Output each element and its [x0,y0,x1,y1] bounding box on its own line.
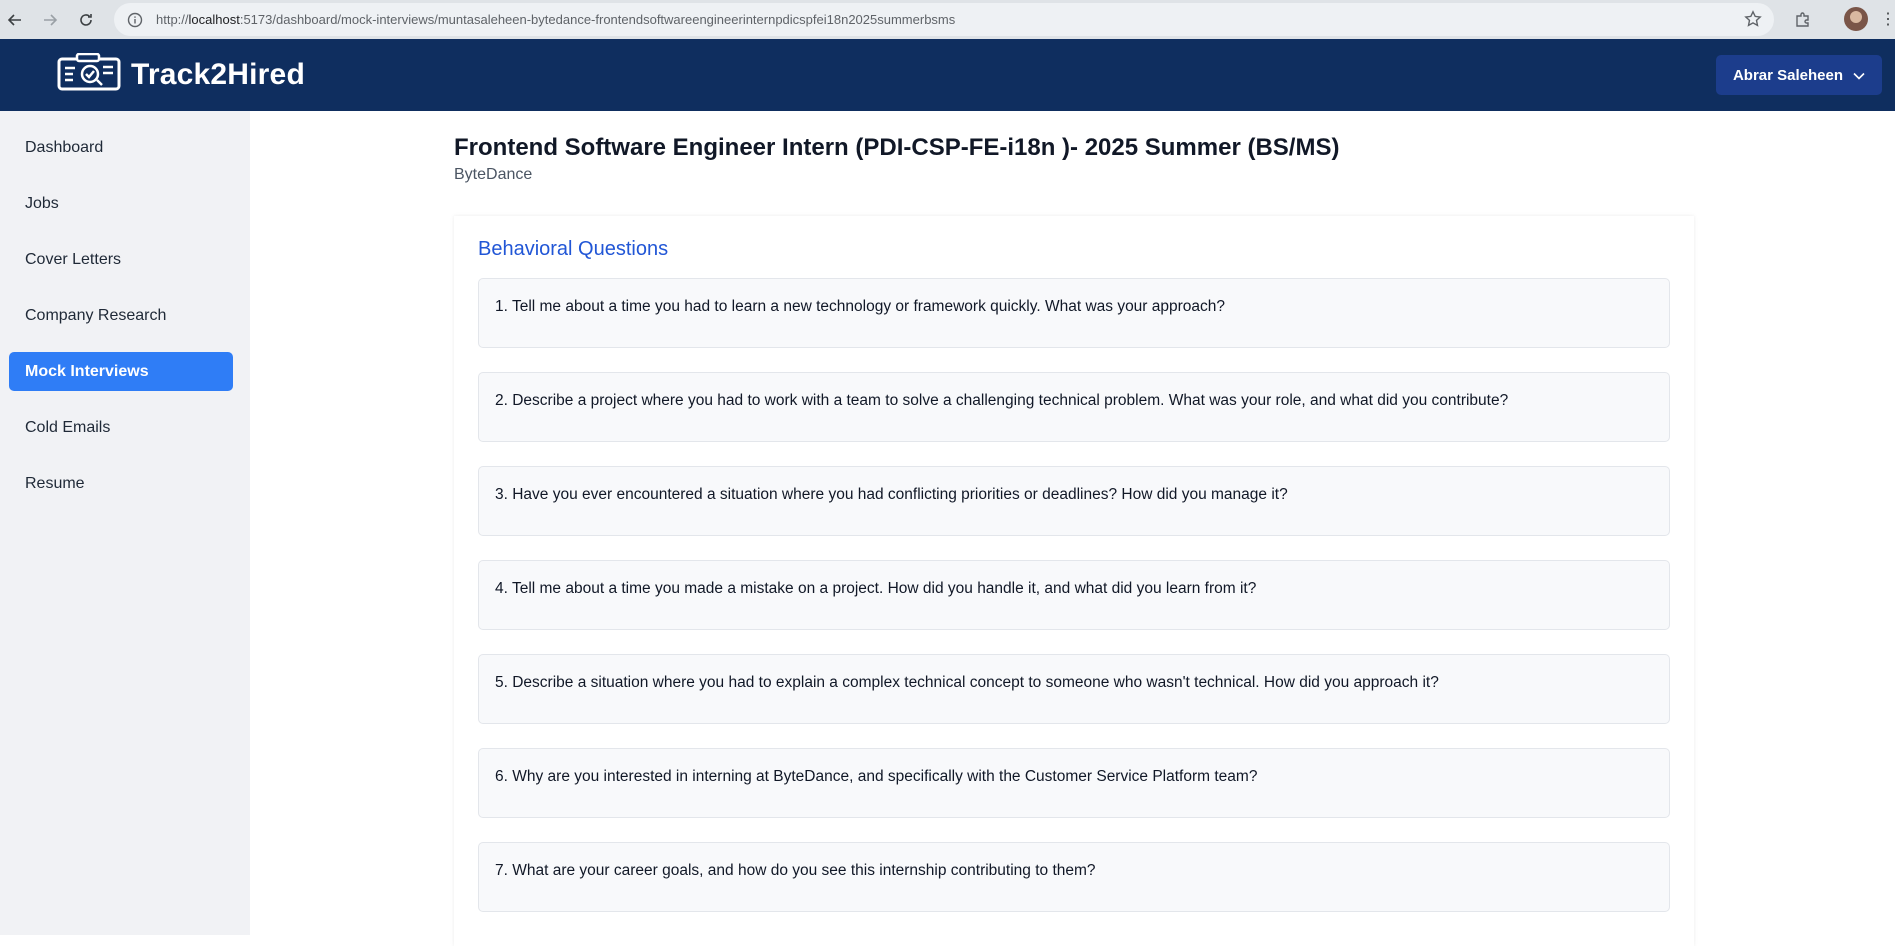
forward-icon[interactable] [35,5,65,35]
reload-icon[interactable] [71,5,101,35]
site-info-icon[interactable] [126,11,144,29]
url-host: localhost [188,12,240,27]
question-item[interactable]: 6. Why are you interested in interning a… [478,748,1670,818]
page-title: Frontend Software Engineer Intern (PDI-C… [454,134,1340,161]
question-item[interactable]: 7. What are your career goals, and how d… [478,842,1670,912]
question-item[interactable]: 4. Tell me about a time you made a mista… [478,560,1670,630]
sidebar-item-cold-emails[interactable]: Cold Emails [9,408,233,447]
chevron-down-icon [1853,67,1865,84]
url-path: :5173/dashboard/mock-interviews/muntasal… [239,12,956,27]
question-text: 7. What are your career goals, and how d… [495,862,1096,879]
question-text: 5. Describe a situation where you had to… [495,674,1439,691]
app-header: Track2Hired Abrar Saleheen [0,39,1895,111]
user-menu-button[interactable]: Abrar Saleheen [1716,55,1882,95]
resume-check-icon [57,52,121,96]
sidebar-item-resume[interactable]: Resume [9,464,233,503]
bookmark-star-icon[interactable] [1744,10,1762,33]
sidebar-item-dashboard[interactable]: Dashboard [9,128,233,167]
back-icon[interactable] [0,5,30,35]
address-bar[interactable]: http://localhost:5173/dashboard/mock-int… [114,3,1774,36]
url-text: http://localhost:5173/dashboard/mock-int… [156,12,955,27]
questions-card: Behavioral Questions 1. Tell me about a … [454,216,1694,946]
question-item[interactable]: 3. Have you ever encountered a situation… [478,466,1670,536]
question-item[interactable]: 2. Describe a project where you had to w… [478,372,1670,442]
sidebar: Dashboard Jobs Cover Letters Company Res… [0,111,250,935]
company-name: ByteDance [454,166,533,183]
question-text: 1. Tell me about a time you had to learn… [495,298,1226,315]
question-item[interactable]: 5. Describe a situation where you had to… [478,654,1670,724]
extensions-icon[interactable] [1788,5,1818,35]
user-name: Abrar Saleheen [1732,66,1844,84]
question-text: 4. Tell me about a time you made a mista… [495,580,1257,597]
brand-name: Track2Hired [131,57,305,91]
sidebar-item-company-research[interactable]: Company Research [9,296,233,335]
question-item[interactable]: 1. Tell me about a time you had to learn… [478,278,1670,348]
browser-menu-icon[interactable]: ⋮ [1880,9,1895,29]
section-title: Behavioral Questions [478,238,669,260]
browser-profile-avatar[interactable] [1844,7,1868,31]
sidebar-item-mock-interviews[interactable]: Mock Interviews [9,352,233,391]
question-text: 6. Why are you interested in interning a… [495,768,1258,785]
question-text: 2. Describe a project where you had to w… [495,392,1509,409]
sidebar-item-jobs[interactable]: Jobs [9,184,233,223]
url-prefix: http:// [156,12,189,27]
browser-toolbar: http://localhost:5173/dashboard/mock-int… [0,0,1895,39]
question-text: 3. Have you ever encountered a situation… [495,486,1288,503]
sidebar-item-cover-letters[interactable]: Cover Letters [9,240,233,279]
brand-logo[interactable]: Track2Hired [57,52,305,96]
